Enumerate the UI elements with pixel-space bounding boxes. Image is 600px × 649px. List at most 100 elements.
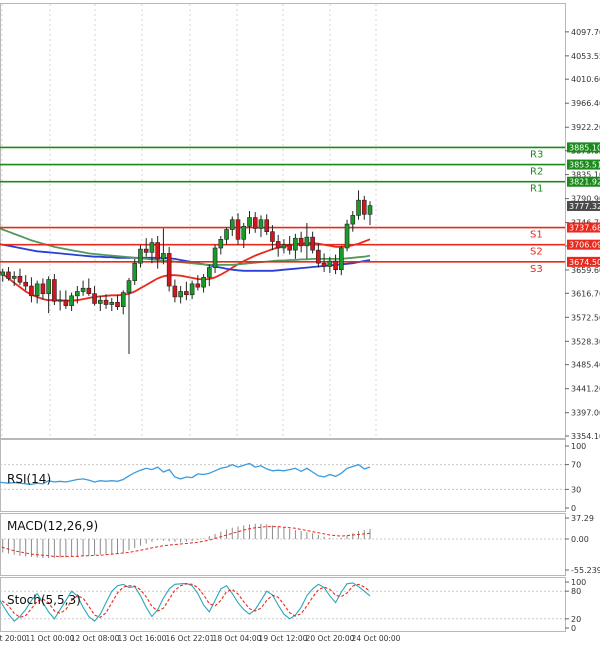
candle-body — [235, 219, 241, 240]
candle-body — [40, 283, 46, 294]
candle-body — [207, 267, 212, 278]
candle-body — [287, 244, 292, 251]
candle-body — [143, 248, 149, 253]
candle-body — [184, 291, 189, 296]
candle-body — [229, 219, 235, 230]
candle-body — [212, 247, 218, 268]
candle-body — [258, 219, 264, 229]
candle-body — [92, 293, 97, 304]
pivot-label: R3 — [530, 149, 543, 160]
candle-body — [6, 271, 11, 279]
candle-body — [293, 237, 298, 251]
stoch-panel-border — [0, 577, 566, 632]
price-tick-label: 4097.70 — [571, 28, 600, 37]
candle-body — [298, 237, 304, 247]
candle-body — [103, 299, 109, 305]
candle-body — [367, 205, 373, 215]
pivot-label: S2 — [530, 247, 543, 258]
stoch-panel: 10080 200 Stoch(5,5,3) — [0, 577, 586, 633]
time-tick-label: 18 Oct 04:00 — [213, 634, 262, 643]
time-tick-label: 11 Oct 00:00 — [26, 634, 75, 643]
candle-body — [281, 244, 287, 249]
price-y-axis: 4097.704053.554010.603966.403922.203879.… — [571, 28, 600, 441]
candle-body — [361, 199, 367, 215]
candle-body — [29, 285, 34, 297]
candle-body — [57, 299, 63, 302]
pivot-label: S3 — [530, 264, 543, 275]
stoch-title: Stoch(5,5,3) — [7, 593, 81, 607]
candle-body — [149, 242, 155, 253]
candle-body — [224, 229, 229, 240]
candle-body — [166, 253, 172, 287]
candle-body — [109, 302, 115, 305]
price-tick-label: 4010.60 — [571, 75, 600, 84]
rsi-tick-label: 30 — [571, 485, 581, 494]
stoch-tick-label: 20 — [571, 615, 581, 624]
candle-body — [264, 219, 270, 232]
time-tick-label: 20 Oct 20:00 — [306, 634, 355, 643]
pivot-price-tag-label: 3885.10 — [569, 143, 600, 152]
candle-body — [155, 242, 160, 260]
price-tick-label: 3616.70 — [571, 289, 600, 298]
candle-body — [161, 253, 166, 260]
candle-body — [189, 283, 195, 296]
price-tick-label: 3441.20 — [571, 385, 600, 394]
pivot-price-tag-label: 3821.92 — [569, 178, 600, 187]
macd-tick-label: 37.29 — [571, 514, 594, 523]
current-price-label: 3777.32 — [569, 202, 600, 211]
candle-body — [321, 262, 327, 267]
candle-body — [310, 236, 315, 251]
candle-body — [97, 299, 103, 304]
candle-body — [356, 199, 361, 216]
candle-body — [270, 231, 275, 242]
time-axis: 10 Oct 20:0011 Oct 00:0012 Oct 08:0013 O… — [0, 634, 401, 643]
price-tick-label: 3922.20 — [571, 123, 600, 132]
candle-body — [350, 215, 356, 225]
candle-body — [52, 279, 57, 302]
price-tick-label: 3354.10 — [571, 432, 600, 441]
pivot-price-tag-label: 3737.68 — [569, 224, 600, 233]
time-tick-label: 10 Oct 20:00 — [0, 634, 27, 643]
macd-tick-label: 0.00 — [571, 535, 589, 544]
candle-body — [80, 287, 86, 292]
pivot-price-tag-label: 3853.51 — [569, 161, 600, 170]
candle-body — [172, 285, 178, 298]
candle-body — [344, 223, 350, 249]
stoch-tick-label: 80 — [571, 587, 581, 596]
pivot-label: S1 — [530, 230, 543, 241]
candle-body — [17, 275, 23, 283]
macd-panel: 37.29 0.00 -55.239 MACD(12,26,9) — [0, 513, 600, 576]
candle-body — [11, 275, 17, 279]
time-tick-label: 12 Oct 08:00 — [71, 634, 120, 643]
candle-body — [23, 281, 28, 287]
candle-body — [304, 236, 310, 247]
candle-body — [34, 283, 40, 297]
rsi-title: RSI(14) — [7, 472, 51, 486]
candle-body — [86, 287, 92, 294]
candle-body — [120, 292, 126, 307]
trading-chart: 4097.704053.554010.603966.403922.203879.… — [0, 3, 600, 643]
candle-body — [115, 302, 120, 307]
candle-body — [218, 239, 224, 249]
candle-body — [132, 262, 138, 281]
candle-body — [138, 248, 143, 264]
time-tick-label: 16 Oct 22:01 — [166, 634, 215, 643]
rsi-tick-label: 100 — [571, 442, 586, 451]
pivot-label: R1 — [530, 184, 543, 195]
candle-body — [63, 299, 69, 306]
rsi-panel: 100 70 30 0 RSI(14) — [0, 439, 586, 513]
rsi-y-axis: 100 70 30 0 — [565, 442, 586, 513]
candle-body — [247, 217, 252, 227]
macd-tick-label: -55.239 — [571, 566, 600, 575]
candle-body — [75, 291, 80, 297]
candle-body — [69, 295, 74, 306]
price-tick-label: 3485.40 — [571, 361, 600, 370]
stoch-tick-label: 100 — [571, 578, 586, 587]
candle-body — [126, 280, 132, 293]
candle-body — [195, 283, 201, 288]
price-tags: 3879.053885.103853.513821.923737.683706.… — [567, 142, 600, 267]
time-tick-label: 13 Oct 16:00 — [118, 634, 167, 643]
pivot-label: R2 — [530, 167, 543, 178]
pivot-price-tag-label: 3706.09 — [569, 241, 600, 250]
price-tick-label: 3659.60 — [571, 266, 600, 275]
